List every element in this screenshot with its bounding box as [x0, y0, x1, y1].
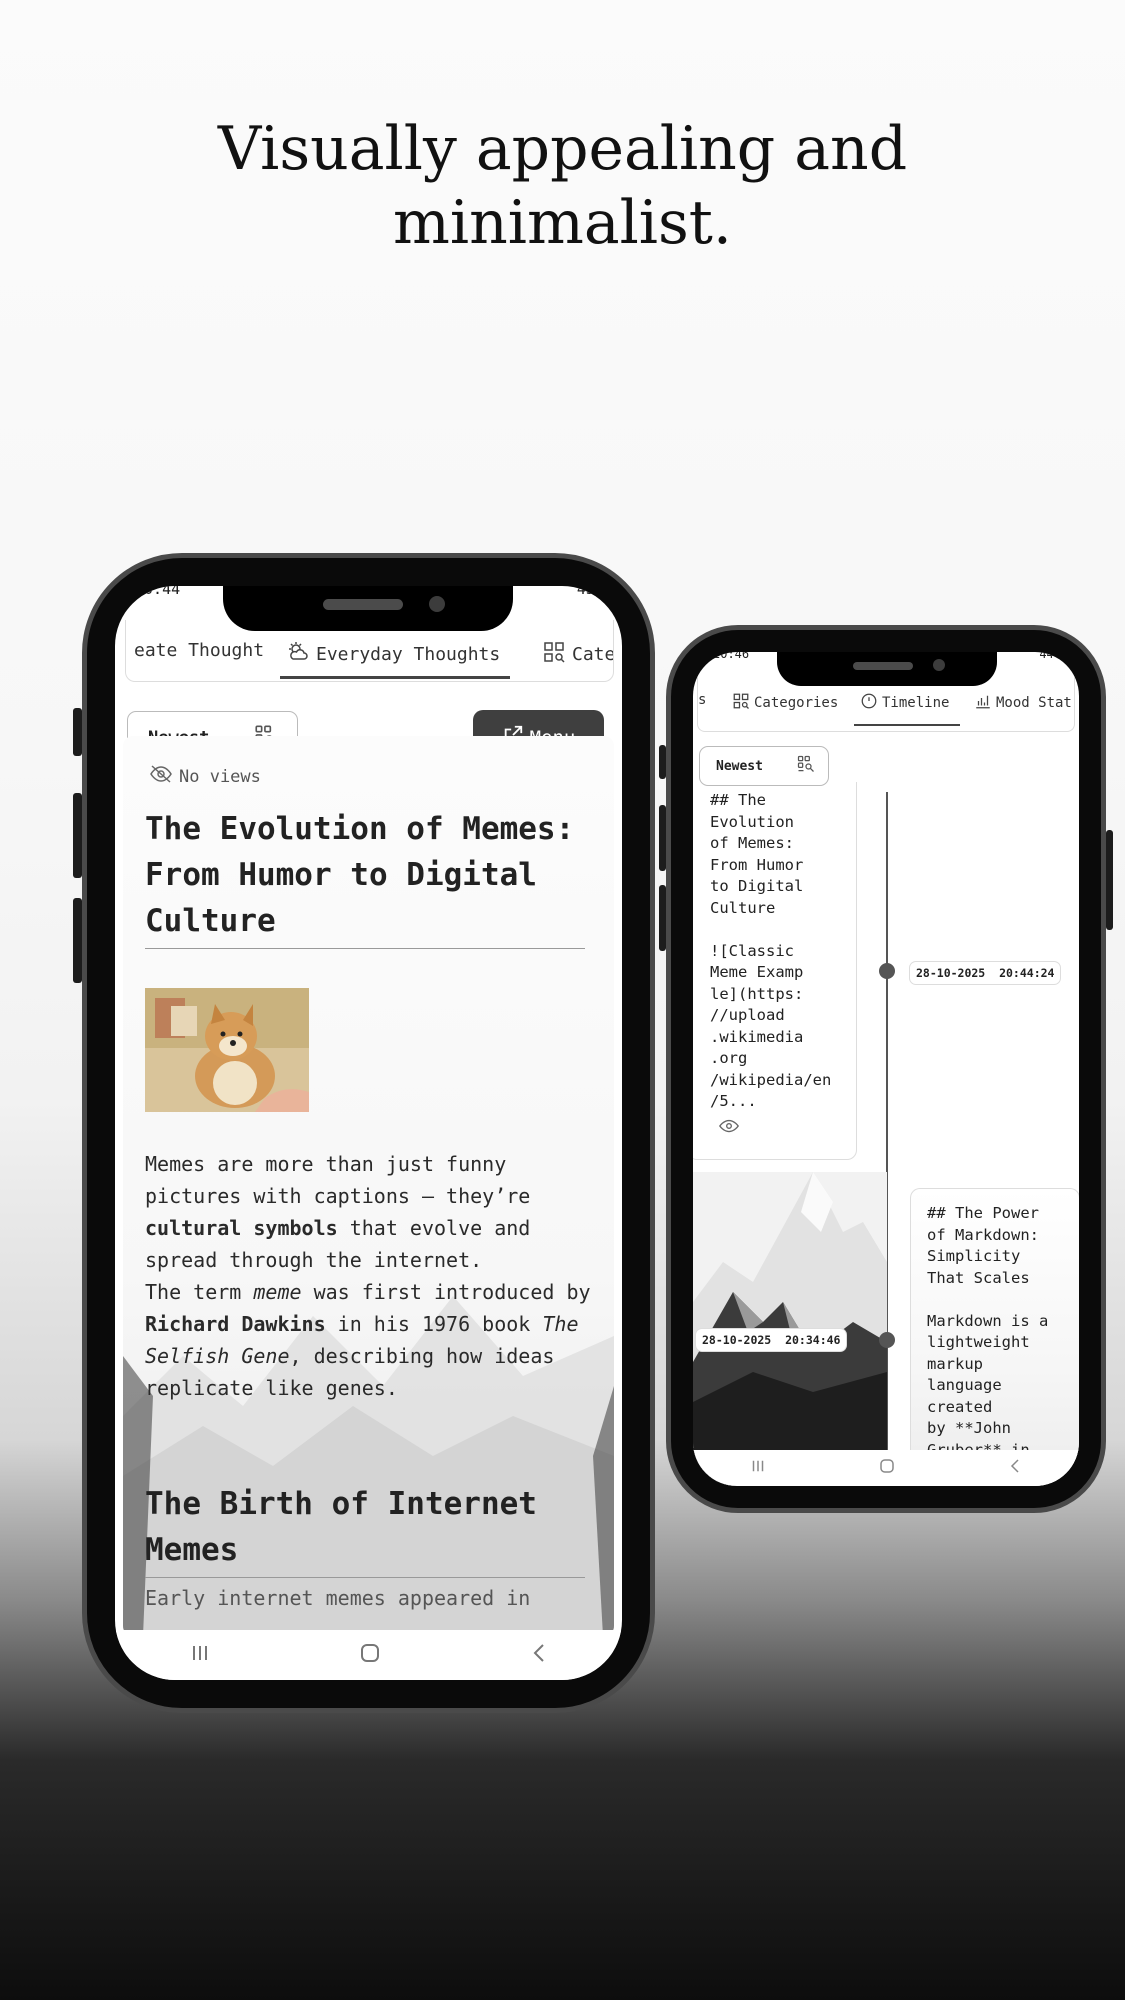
recent-apps-icon[interactable] [749, 1458, 767, 1478]
tab-categories[interactable]: Categories [732, 692, 838, 714]
body-text: Memes are more than just funny pictures … [145, 1152, 531, 1208]
bar-chart-icon [974, 692, 992, 714]
home-icon[interactable] [878, 1457, 896, 1479]
active-tab-underline [280, 676, 510, 679]
tab-mood-stats[interactable]: Mood Stat [974, 692, 1072, 714]
speaker-grill [853, 662, 913, 670]
recent-apps-icon[interactable] [188, 1643, 212, 1667]
tab-label: eate Thought [134, 640, 265, 661]
tab-label: Everyday Thoughts [316, 644, 501, 665]
body-text: The term [145, 1280, 242, 1304]
timeline-date-label: 28-10-2025 20:34:46 [695, 1328, 848, 1352]
volume-down-button [659, 885, 666, 951]
android-nav-bar [115, 1630, 622, 1680]
entry-preview-text: ## The Power of Markdown: Simplicity Tha… [927, 1204, 1049, 1459]
tab-label: s [698, 692, 707, 708]
grid-search-icon [732, 692, 750, 714]
timeline-date-label: 28-10-2025 20:44:24 [909, 961, 1062, 985]
home-icon[interactable] [358, 1641, 382, 1669]
active-tab-underline [854, 724, 960, 726]
tab-categories[interactable]: Categ [542, 640, 613, 669]
eye-icon[interactable] [718, 1118, 740, 1138]
headline: Visually appealing and minimalist. [0, 112, 1125, 260]
tab-label: Categ [572, 644, 613, 665]
thought-card[interactable]: No views The Evolution of Memes: From Hu… [123, 736, 614, 1636]
volume-up-button [659, 805, 666, 871]
phone-notch [777, 652, 997, 686]
status-time: 20:44 [135, 586, 181, 598]
phone-notch [223, 586, 513, 631]
sort-label: Newest [716, 758, 763, 774]
back-icon[interactable] [529, 1641, 549, 1669]
power-button [1106, 830, 1113, 930]
post-next-line: Early internet memes appeared in [145, 1586, 531, 1610]
volume-up-button [73, 793, 82, 878]
phone2-screen: 20:46 44% s Categories Timeline Mood Sta… [693, 652, 1079, 1486]
speaker-grill [323, 599, 403, 610]
tab-label: Categories [754, 695, 839, 711]
status-time: 20:46 [713, 652, 750, 661]
grid-search-icon [542, 640, 566, 669]
timeline-dot [879, 1332, 895, 1348]
tab-everyday-thoughts[interactable]: s [698, 692, 706, 708]
front-camera [429, 596, 445, 612]
side-button [659, 745, 666, 779]
back-icon[interactable] [1007, 1457, 1023, 1479]
clock-icon [860, 692, 878, 714]
view-count: No views [149, 764, 261, 789]
body-italic: meme [253, 1280, 302, 1304]
phone-mockup-small: 20:46 44% s Categories Timeline Mood Sta… [659, 625, 1113, 1513]
body-bold: Richard Dawkins [145, 1312, 326, 1336]
sort-dropdown[interactable]: Newest [699, 746, 829, 786]
tab-timeline[interactable]: Timeline [860, 692, 949, 714]
phone1-screen: 20:44 43% eate Thought Everyday Thoughts [115, 586, 622, 1680]
body-text: in his 1976 book [337, 1312, 531, 1336]
entry-preview-text: ## The Evolution of Memes: From Humor to… [710, 791, 832, 1110]
views-label: No views [179, 766, 261, 787]
post-body: Memes are more than just funny pictures … [145, 1148, 595, 1404]
front-camera [933, 659, 945, 671]
side-button [73, 708, 82, 756]
android-nav-bar [693, 1450, 1079, 1486]
headline-line-1: Visually appealing and [217, 114, 908, 184]
post-title: The Evolution of Memes: From Humor to Di… [145, 806, 585, 949]
volume-down-button [73, 898, 82, 983]
timeline-entry-card[interactable]: ## The Evolution of Memes: From Humor to… [693, 782, 857, 1160]
sun-cloud-icon [286, 640, 310, 669]
tab-label: Timeline [882, 695, 950, 711]
status-battery: 43% [576, 586, 604, 598]
eye-off-icon [149, 764, 173, 789]
status-battery: 44% [1039, 652, 1061, 661]
timeline-entry-card[interactable]: ## The Power of Markdown: Simplicity Tha… [910, 1188, 1079, 1486]
tab-everyday-thoughts[interactable]: Everyday Thoughts [286, 640, 500, 669]
body-text: was first introduced by [313, 1280, 591, 1304]
timeline-dot [879, 963, 895, 979]
headline-line-2: minimalist. [393, 188, 732, 258]
sort-filter-icon [796, 754, 816, 778]
tab-create-thought[interactable]: eate Thought [134, 640, 264, 661]
post-subheading: The Birth of Internet Memes [145, 1481, 585, 1578]
meme-image [145, 988, 309, 1112]
phone-mockup-large: 20:44 43% eate Thought Everyday Thoughts [73, 553, 655, 1713]
tab-label: Mood Stat [996, 695, 1072, 711]
body-bold: cultural symbols [145, 1216, 338, 1240]
